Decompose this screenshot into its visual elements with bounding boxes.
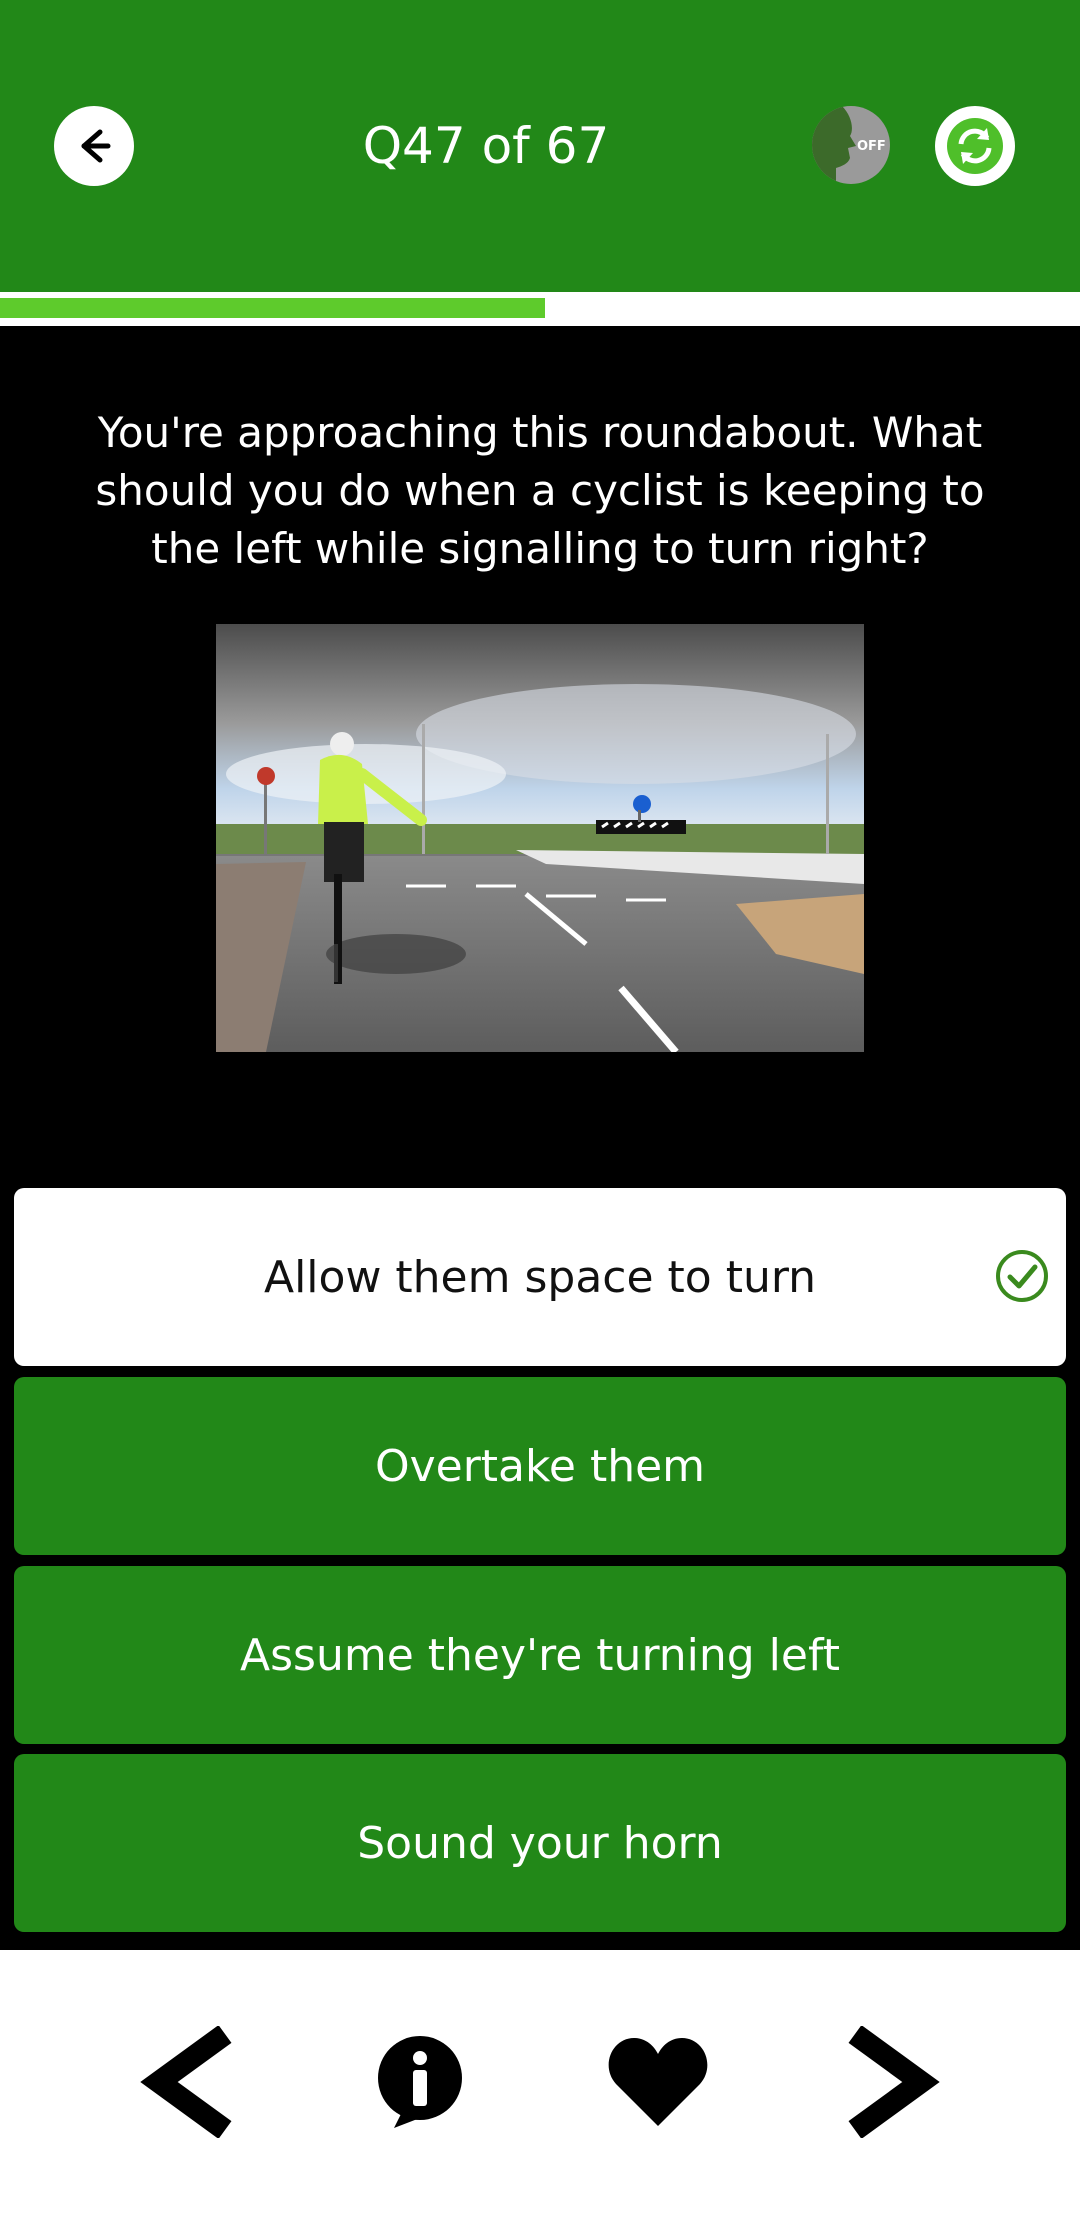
previous-button[interactable]: [130, 2022, 240, 2142]
header: Q47 of 67 OFF: [0, 0, 1080, 292]
answer-option-correct[interactable]: Allow them space to turn: [14, 1188, 1066, 1366]
answer-option[interactable]: Assume they're turning left: [14, 1566, 1066, 1744]
voice-toggle-button[interactable]: OFF: [812, 106, 890, 184]
answer-label: Sound your horn: [357, 1817, 723, 1869]
next-chevron-icon: [848, 2026, 940, 2138]
question-text: You're approaching this roundabout. What…: [95, 408, 985, 573]
favourite-button[interactable]: [603, 2022, 713, 2142]
voice-state-label: OFF: [857, 139, 886, 154]
question-counter: Q47 of 67: [362, 117, 610, 175]
answer-label: Overtake them: [374, 1440, 706, 1492]
answer-option[interactable]: Sound your horn: [14, 1754, 1066, 1932]
previous-chevron-icon: [140, 2026, 232, 2138]
bottom-navigation: [0, 1950, 1080, 2220]
info-button[interactable]: [365, 2022, 475, 2142]
refresh-button[interactable]: [935, 106, 1015, 186]
refresh-icon: [947, 118, 1003, 174]
progress-track: [0, 298, 1080, 318]
arrow-left-icon: [81, 129, 111, 163]
heart-icon: [608, 2038, 708, 2126]
roundabout-cyclist-image: [216, 624, 864, 1052]
progress-fill: [0, 298, 546, 318]
answer-option[interactable]: Overtake them: [14, 1377, 1066, 1555]
progress-bar: [0, 292, 1080, 326]
info-icon: [378, 2036, 462, 2128]
next-button[interactable]: [840, 2022, 950, 2142]
answer-label: Assume they're turning left: [240, 1629, 840, 1681]
question-photo: [216, 624, 864, 1052]
check-circle-icon: [996, 1250, 1048, 1302]
back-button[interactable]: [54, 106, 134, 186]
answer-label: Allow them space to turn: [263, 1251, 817, 1303]
